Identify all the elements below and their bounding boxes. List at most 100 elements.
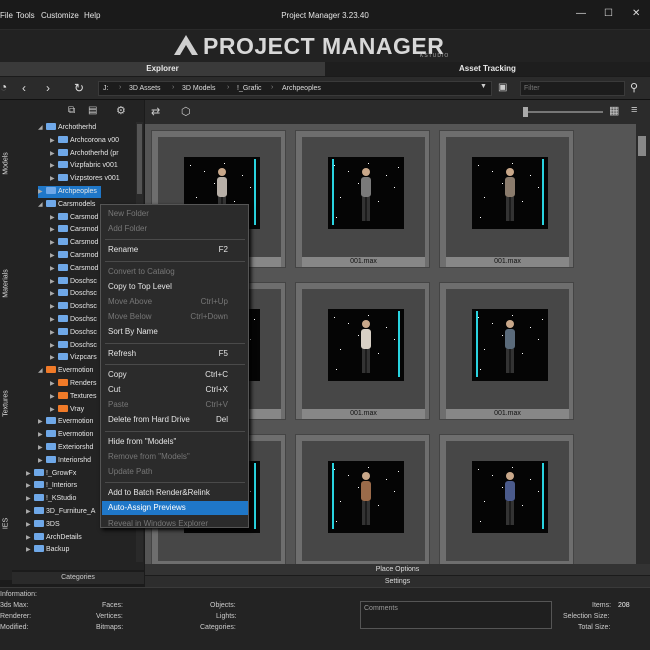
tree-item[interactable]: ▶ Vray xyxy=(50,404,84,416)
tree-item[interactable]: ▶ Carsmod xyxy=(50,237,98,249)
new-window-icon[interactable]: ⧉ xyxy=(68,105,75,116)
tree-item[interactable]: ▶ Evermotion xyxy=(38,429,93,441)
image-view-icon[interactable]: ▣ xyxy=(498,82,507,93)
tree-item[interactable]: ▶ Doschsc xyxy=(50,314,97,326)
tree-scrollbar-thumb[interactable] xyxy=(137,124,142,194)
tree-item[interactable]: ▶ Carsmod xyxy=(50,250,98,262)
tree-item[interactable]: ▶ Exteriorshd xyxy=(38,442,93,454)
search-icon[interactable]: ⚲ xyxy=(630,81,638,94)
grid-scrollbar-thumb[interactable] xyxy=(638,136,646,156)
tree-item[interactable]: ▶ 3D_Furniture_A xyxy=(26,506,95,518)
expand-arrow-icon[interactable]: ▶ xyxy=(50,276,58,288)
breadcrumb-item[interactable]: 3D Assets xyxy=(129,85,161,92)
expand-arrow-icon[interactable]: ▶ xyxy=(50,391,58,403)
comments-field[interactable]: Comments xyxy=(360,601,552,629)
tree-item[interactable]: ▶ !_Interiors xyxy=(26,480,77,492)
expand-arrow-icon[interactable]: ▶ xyxy=(26,532,34,544)
tree-item[interactable]: ▶ ArchDetails xyxy=(26,532,82,544)
expand-arrow-icon[interactable]: ▶ xyxy=(50,135,58,147)
expand-arrow-icon[interactable]: ▶ xyxy=(50,212,58,224)
context-menu-item[interactable]: Add to Batch Render&Relink xyxy=(102,486,248,500)
tree-item[interactable]: ▶ Archotherhd (pr xyxy=(50,148,119,160)
thumbnail-card[interactable]: 001.max xyxy=(439,130,574,268)
expand-arrow-icon[interactable]: ▶ xyxy=(50,301,58,313)
thumbnail-card[interactable]: 001.max xyxy=(439,282,574,420)
tree-item[interactable]: ▶ Textures xyxy=(50,391,96,403)
forward-arrow-icon[interactable]: › xyxy=(46,81,50,95)
tree-item[interactable]: ▶ !_KStudio xyxy=(26,493,76,505)
tree-item[interactable]: ▶ Doschsc xyxy=(50,276,97,288)
cube-icon[interactable]: ⬡ xyxy=(181,105,191,118)
expand-arrow-icon[interactable]: ▶ xyxy=(50,160,58,172)
thumbnail-card[interactable] xyxy=(439,434,574,572)
tree-item[interactable]: ◢ Carsmodels xyxy=(38,199,95,211)
context-menu-item[interactable]: Cut Ctrl+X xyxy=(102,383,248,397)
filter-input[interactable]: Filter xyxy=(520,81,625,96)
tree-item[interactable]: ▶ Doschsc xyxy=(50,327,97,339)
refresh-icon[interactable]: ↻ xyxy=(74,81,84,95)
tree-item[interactable]: ▶ Doschsc xyxy=(50,288,97,300)
zoom-slider[interactable] xyxy=(527,111,603,113)
breadcrumb-dropdown-icon[interactable]: ▼ xyxy=(480,83,487,90)
collapse-arrow-icon[interactable]: ◢ xyxy=(38,365,46,377)
breadcrumb-item[interactable]: Archpeoples xyxy=(282,85,321,92)
tree-item[interactable]: ◢ Evermotion xyxy=(38,365,93,377)
tree-item[interactable]: ▶ Vizpfabric v001 xyxy=(50,160,118,172)
tree-item[interactable]: ▶ Carsmod xyxy=(50,212,98,224)
close-button[interactable]: ✕ xyxy=(632,8,640,19)
tree-item[interactable]: ▶ Carsmod xyxy=(50,263,98,275)
expand-arrow-icon[interactable]: ▶ xyxy=(26,506,34,518)
context-menu-item[interactable]: Copy to Top Level xyxy=(102,280,248,294)
expand-arrow-icon[interactable]: ▶ xyxy=(50,173,58,185)
menu-icon[interactable]: ≡ xyxy=(631,104,637,116)
tree-item[interactable]: ▶ Carsmod xyxy=(50,224,98,236)
settings-bar[interactable]: Settings xyxy=(145,576,650,587)
expand-arrow-icon[interactable]: ▶ xyxy=(26,544,34,556)
collapse-arrow-icon[interactable]: ◢ xyxy=(38,199,46,211)
tree-item[interactable]: ▶ Interiorshd xyxy=(38,455,91,467)
place-options-bar[interactable]: Place Options xyxy=(145,564,650,575)
side-tab-ies[interactable]: IES xyxy=(3,498,10,550)
context-menu-item[interactable]: Auto-Assign Previews xyxy=(102,501,248,516)
breadcrumb-item[interactable]: !_Grafic xyxy=(237,85,262,92)
expand-arrow-icon[interactable]: ▶ xyxy=(50,314,58,326)
expand-arrow-icon[interactable]: ▶ xyxy=(50,148,58,160)
thumbnail-card[interactable]: 001.max xyxy=(295,130,430,268)
tab-explorer[interactable]: Explorer xyxy=(0,62,325,76)
expand-arrow-icon[interactable]: ▶ xyxy=(50,250,58,262)
expand-arrow-icon[interactable]: ▶ xyxy=(50,237,58,249)
tree-item[interactable]: ▶ !_GrowFx xyxy=(26,468,76,480)
expand-arrow-icon[interactable]: ▶ xyxy=(50,327,58,339)
context-menu-item[interactable]: Rename F2 xyxy=(102,243,248,257)
context-menu-item[interactable]: Delete from Hard Drive Del xyxy=(102,413,248,427)
expand-arrow-icon[interactable]: ▶ xyxy=(50,340,58,352)
expand-arrow-icon[interactable]: ▶ xyxy=(26,480,34,492)
layout-icon[interactable]: ▤ xyxy=(88,105,97,116)
tree-item[interactable]: ▶ Evermotion xyxy=(38,416,93,428)
tree-item[interactable]: ▶ 3DS xyxy=(26,519,60,531)
expand-arrow-icon[interactable]: ▶ xyxy=(38,416,46,428)
expand-arrow-icon[interactable]: ▶ xyxy=(38,442,46,454)
expand-arrow-icon[interactable]: ▶ xyxy=(50,263,58,275)
expand-arrow-icon[interactable]: ▶ xyxy=(50,288,58,300)
context-menu-item[interactable]: Refresh F5 xyxy=(102,347,248,361)
tree-item[interactable]: ▶ Renders xyxy=(50,378,96,390)
breadcrumb[interactable]: J: › 3D Assets › 3D Models › !_Grafic › … xyxy=(98,81,492,96)
expand-arrow-icon[interactable]: ▶ xyxy=(38,186,46,198)
tab-asset-tracking[interactable]: Asset Tracking xyxy=(325,62,650,76)
history-icon[interactable]: ◔ xyxy=(0,80,7,94)
sync-icon[interactable]: ⇄ xyxy=(151,105,160,118)
side-tab-models[interactable]: Models xyxy=(3,138,10,190)
grid-view-icon[interactable]: ▦ xyxy=(609,104,619,117)
breadcrumb-item[interactable]: 3D Models xyxy=(182,85,215,92)
tree-item[interactable]: ▶ Archpeoples xyxy=(38,186,101,198)
thumbnail-card[interactable] xyxy=(295,434,430,572)
expand-arrow-icon[interactable]: ▶ xyxy=(38,455,46,467)
expand-arrow-icon[interactable]: ▶ xyxy=(50,404,58,416)
expand-arrow-icon[interactable]: ▶ xyxy=(50,224,58,236)
tree-item[interactable]: ▶ Vizpstores v001 xyxy=(50,173,120,185)
back-arrow-icon[interactable]: ‹ xyxy=(22,81,26,95)
expand-arrow-icon[interactable]: ▶ xyxy=(50,378,58,390)
breadcrumb-drive[interactable]: J: xyxy=(103,85,108,92)
expand-arrow-icon[interactable]: ▶ xyxy=(38,429,46,441)
